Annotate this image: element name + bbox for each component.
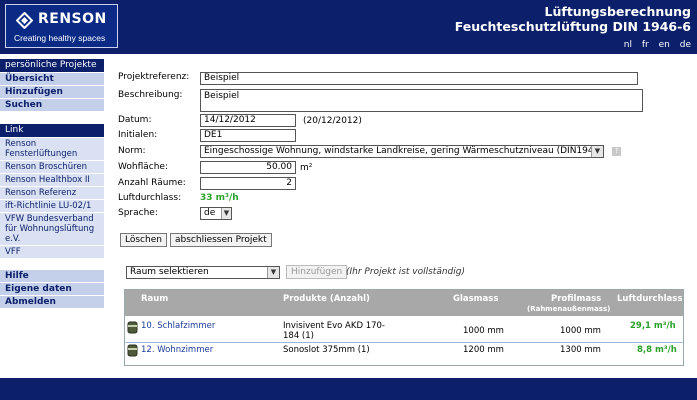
label-beschreibung: Beschreibung: — [118, 90, 183, 100]
sidebar-item-add[interactable]: Hinzufügen — [0, 85, 104, 98]
sidebar-heading-projects: persönliche Projekte — [0, 59, 104, 72]
project-complete-note: (Ihr Projekt ist vollständig) — [346, 267, 465, 277]
initialen-input[interactable]: DE1 — [200, 129, 296, 142]
sidebar-link-ift-richtlinie[interactable]: ift-Richtlinie LU-02/1 — [0, 199, 104, 212]
glasmass-value: 1000 mm — [463, 326, 504, 336]
product-can-icon[interactable] — [127, 321, 138, 334]
lang-de[interactable]: de — [680, 40, 691, 50]
logo-text: RENSON — [38, 11, 107, 27]
lang-nl[interactable]: nl — [624, 40, 632, 50]
norm-selected-value: Eingeschossige Wohnung, windstarke Landk… — [204, 146, 604, 156]
wohnflache-unit: m² — [300, 163, 313, 173]
sidebar-projects: persönliche Projekte Übersicht Hinzufüge… — [0, 59, 104, 111]
sprache-selected-value: de — [204, 208, 216, 218]
chevron-down-icon: ▼ — [221, 208, 231, 219]
beschreibung-textarea[interactable]: Beispiel — [200, 89, 643, 112]
label-wohnflache: Wohfläche: — [118, 162, 168, 172]
room-link-schlafzimmer[interactable]: 10. Schlafzimmer — [141, 321, 215, 331]
abschliessen-projekt-button[interactable]: abschliessen Projekt — [170, 233, 272, 247]
label-sprache: Sprache: — [118, 208, 158, 218]
label-anzahl-raeume: Anzahl Räume: — [118, 178, 186, 188]
sidebar-item-search[interactable]: Suchen — [0, 98, 104, 111]
sidebar-link-broschueren[interactable]: Renson Broschüren — [0, 160, 104, 173]
sidebar-links: Link Renson Fensterlüftungen Renson Bros… — [0, 124, 104, 258]
sidebar-link-referenz[interactable]: Renson Referenz — [0, 186, 104, 199]
lang-fr[interactable]: fr — [642, 40, 649, 50]
label-norm: Norm: — [118, 146, 146, 156]
sidebar-link-healthbox[interactable]: Renson Healthbox II — [0, 173, 104, 186]
sidebar-link-vfw[interactable]: VFW Bundesverband für Wohnungslüftung e.… — [0, 212, 104, 245]
page-subtitle: Feuchteschutzlüftung DIN 1946-6 — [454, 19, 691, 34]
profilmass-value: 1300 mm — [560, 345, 601, 355]
label-initialen: Initialen: — [118, 130, 158, 140]
datum-input[interactable]: 14/12/2012 — [200, 114, 296, 127]
logo-tagline: Creating healthy spaces — [14, 33, 106, 43]
header-glasmass: Glasmass — [453, 294, 499, 304]
wohnflache-input[interactable]: 50.00 — [200, 161, 296, 174]
sidebar-link-vff[interactable]: VFF — [0, 245, 104, 258]
chevron-down-icon: ▼ — [267, 267, 279, 278]
luftdurchlass-row-value: 8,8 m³/h — [637, 345, 677, 355]
room-link-wohnzimmer[interactable]: 12. Wohnzimmer — [141, 345, 213, 355]
sidebar-item-overview[interactable]: Übersicht — [0, 72, 104, 85]
projektreferenz-input[interactable]: Beispiel — [200, 72, 638, 85]
page-footer — [0, 378, 697, 400]
loeschen-button[interactable]: Löschen — [120, 233, 167, 247]
table-header: Raum Produkte (Anzahl) Glasmass Profilma… — [125, 290, 683, 316]
sidebar-item-own-data[interactable]: Eigene daten — [0, 282, 104, 295]
product-name: Sonoslot 375mm (1) — [283, 345, 370, 355]
raum-select-placeholder: Raum selektieren — [130, 267, 209, 277]
header-profilmass-sub: (Rahmenaußenmass) — [527, 305, 611, 313]
anzahl-raeume-input[interactable]: 2 — [200, 177, 296, 190]
profilmass-value: 1000 mm — [560, 326, 601, 336]
datum-display: (20/12/2012) — [303, 116, 362, 126]
page-title: Lüftungsberechnung — [544, 4, 691, 19]
product-name-cont: 184 (1) — [283, 331, 314, 341]
sidebar-item-help[interactable]: Hilfe — [0, 269, 104, 282]
header-profilmass: Profilmass — [551, 294, 602, 304]
lang-en[interactable]: en — [659, 40, 670, 50]
sidebar-item-logout[interactable]: Abmelden — [0, 295, 104, 308]
renson-logo-icon — [16, 12, 33, 29]
label-datum: Datum: — [118, 115, 152, 125]
page-header: RENSON Creating healthy spaces Lüftungsb… — [0, 0, 697, 54]
raum-select[interactable]: Raum selektieren ▼ — [126, 266, 280, 279]
label-luftdurchlass: Luftdurchlass: — [118, 193, 182, 203]
sprache-select[interactable]: de ▼ — [200, 207, 232, 220]
luftdurchlass-value: 33 m³/h — [200, 193, 239, 203]
renson-logo[interactable]: RENSON Creating healthy spaces — [5, 4, 118, 48]
table-row: 10. Schlafzimmer Invisivent Evo AKD 170-… — [125, 317, 683, 342]
header-raum: Raum — [141, 294, 169, 304]
header-produkte: Produkte (Anzahl) — [283, 294, 370, 304]
sidebar-link-fensterlueftungen[interactable]: Renson Fensterlüftungen — [0, 137, 104, 160]
product-can-icon[interactable] — [127, 344, 138, 357]
sidebar-account: Hilfe Eigene daten Abmelden — [0, 269, 104, 308]
label-projektreferenz: Projektreferenz: — [118, 72, 190, 82]
sidebar-heading-link: Link — [0, 124, 104, 137]
hinzufuegen-button[interactable]: Hinzufügen — [286, 265, 348, 279]
sidebar: persönliche Projekte Übersicht Hinzufüge… — [0, 54, 104, 308]
language-switcher: nl fr en de — [617, 40, 691, 50]
header-luftdurchlass: Luftdurchlass — [617, 294, 683, 304]
norm-select[interactable]: Eingeschossige Wohnung, windstarke Landk… — [200, 145, 604, 158]
glasmass-value: 1200 mm — [463, 345, 504, 355]
luftdurchlass-row-value: 29,1 m³/h — [630, 321, 676, 331]
chevron-down-icon: ▼ — [591, 146, 603, 157]
rooms-table: Raum Produkte (Anzahl) Glasmass Profilma… — [124, 289, 684, 366]
table-row: 12. Wohnzimmer Sonoslot 375mm (1) 1200 m… — [125, 342, 683, 367]
product-name: Invisivent Evo AKD 170- — [283, 321, 385, 331]
help-icon[interactable]: ? — [612, 147, 621, 156]
